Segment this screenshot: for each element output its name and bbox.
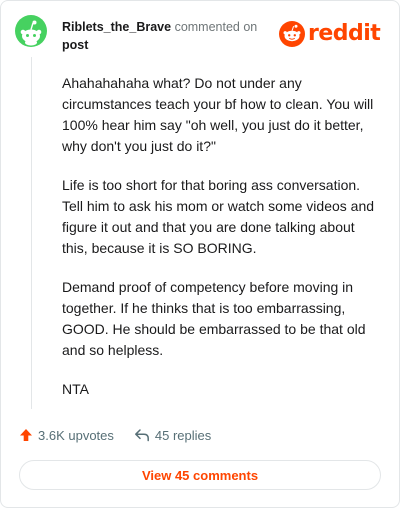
comment-paragraph: Demand proof of competency before moving…	[62, 279, 366, 358]
comment-paragraph: Ahahahahaha what? Do not under any circu…	[62, 75, 374, 154]
thread-line	[31, 57, 32, 409]
comment-actions: 3.6K upvotes 45 replies	[19, 425, 211, 445]
comment-paragraph: Life is too short for that boring ass co…	[62, 177, 375, 256]
replies-count: 45 replies	[154, 427, 212, 443]
comment-paragraph: NTA	[62, 381, 89, 397]
replies-button[interactable]: 45 replies	[134, 428, 211, 443]
commented-on-text: commented on	[174, 20, 258, 34]
reply-arrow-icon	[134, 429, 149, 442]
upvote-button[interactable]: 3.6K upvotes	[19, 428, 114, 443]
snoo-avatar-icon	[15, 15, 47, 47]
reddit-wordmark: reddit	[308, 21, 381, 46]
reddit-snoo-icon	[279, 21, 305, 47]
upvote-count: 3.6K upvotes	[38, 427, 114, 443]
user-avatar[interactable]	[15, 15, 47, 47]
upvote-arrow-icon	[20, 429, 32, 441]
comment-header: Riblets_the_Brave commented on post	[62, 18, 272, 54]
reddit-logo: reddit	[279, 21, 381, 47]
comment-body: Ahahahahaha what? Do not under any circu…	[62, 73, 380, 418]
comment-card: Riblets_the_Brave commented on post redd…	[0, 0, 400, 508]
view-comments-button[interactable]: View 45 comments	[19, 460, 381, 490]
post-link[interactable]: post	[62, 36, 272, 54]
username-link[interactable]: Riblets_the_Brave	[62, 20, 171, 34]
